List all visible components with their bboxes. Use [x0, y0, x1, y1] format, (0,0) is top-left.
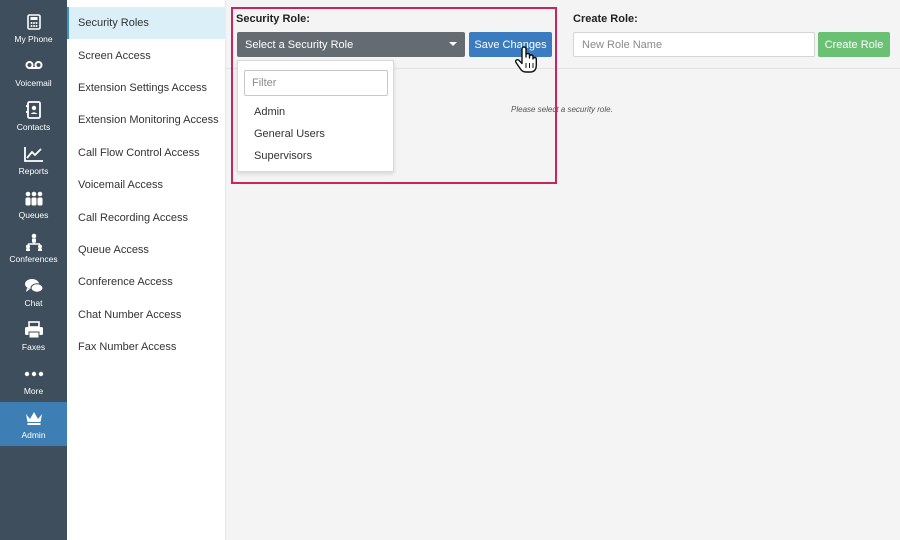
- crown-icon: [23, 408, 45, 428]
- more-icon: [23, 364, 45, 384]
- rail-label: More: [23, 386, 44, 396]
- rail-label: Faxes: [21, 342, 46, 352]
- rail-item-reports[interactable]: Reports: [0, 138, 67, 182]
- submenu-item-extension-settings-access[interactable]: Extension Settings Access: [67, 72, 226, 104]
- rail-item-my-phone[interactable]: My Phone: [0, 6, 67, 50]
- new-role-name-input[interactable]: [573, 32, 815, 57]
- submenu-item-extension-monitoring-access[interactable]: Extension Monitoring Access: [67, 104, 226, 136]
- rail-item-admin[interactable]: Admin: [0, 402, 67, 446]
- rail-label: Voicemail: [15, 78, 52, 88]
- rail-label: Contacts: [16, 122, 51, 132]
- submenu-item-chat-number-access[interactable]: Chat Number Access: [67, 299, 226, 331]
- create-role-label: Create Role:: [573, 13, 638, 25]
- highlight-annotation-box: [231, 7, 557, 184]
- rail-label: Conferences: [9, 254, 58, 264]
- submenu-item-fax-number-access[interactable]: Fax Number Access: [67, 331, 226, 363]
- reports-icon: [23, 144, 45, 164]
- submenu-item-screen-access[interactable]: Screen Access: [67, 40, 226, 72]
- rail-label: Chat: [24, 298, 43, 308]
- submenu-item-security-roles[interactable]: Security Roles: [67, 7, 226, 39]
- app-nav-rail: My Phone Voicemail Contacts Reports Queu…: [0, 0, 67, 540]
- hand-cursor-icon: [513, 46, 539, 74]
- submenu-item-conference-access[interactable]: Conference Access: [67, 266, 226, 298]
- admin-submenu: Security Roles Screen Access Extension S…: [67, 0, 226, 540]
- rail-item-queues[interactable]: Queues: [0, 182, 67, 226]
- submenu-item-voicemail-access[interactable]: Voicemail Access: [67, 169, 226, 201]
- conferences-icon: [23, 232, 45, 252]
- rail-label: Admin: [21, 430, 46, 440]
- contacts-icon: [23, 100, 45, 120]
- rail-label: My Phone: [14, 34, 53, 44]
- chat-icon: [23, 276, 45, 296]
- submenu-item-call-recording-access[interactable]: Call Recording Access: [67, 202, 226, 234]
- rail-item-chat[interactable]: Chat: [0, 270, 67, 314]
- rail-item-contacts[interactable]: Contacts: [0, 94, 67, 138]
- rail-label: Queues: [18, 210, 49, 220]
- voicemail-icon: [23, 56, 45, 76]
- rail-item-conferences[interactable]: Conferences: [0, 226, 67, 270]
- fax-icon: [23, 320, 45, 340]
- queues-icon: [23, 188, 45, 208]
- phone-icon: [23, 12, 45, 32]
- rail-label: Reports: [18, 166, 49, 176]
- submenu-item-call-flow-control-access[interactable]: Call Flow Control Access: [67, 137, 226, 169]
- rail-item-voicemail[interactable]: Voicemail: [0, 50, 67, 94]
- submenu-item-queue-access[interactable]: Queue Access: [67, 234, 226, 266]
- rail-item-faxes[interactable]: Faxes: [0, 314, 67, 358]
- create-role-button[interactable]: Create Role: [818, 32, 890, 57]
- rail-item-more[interactable]: More: [0, 358, 67, 402]
